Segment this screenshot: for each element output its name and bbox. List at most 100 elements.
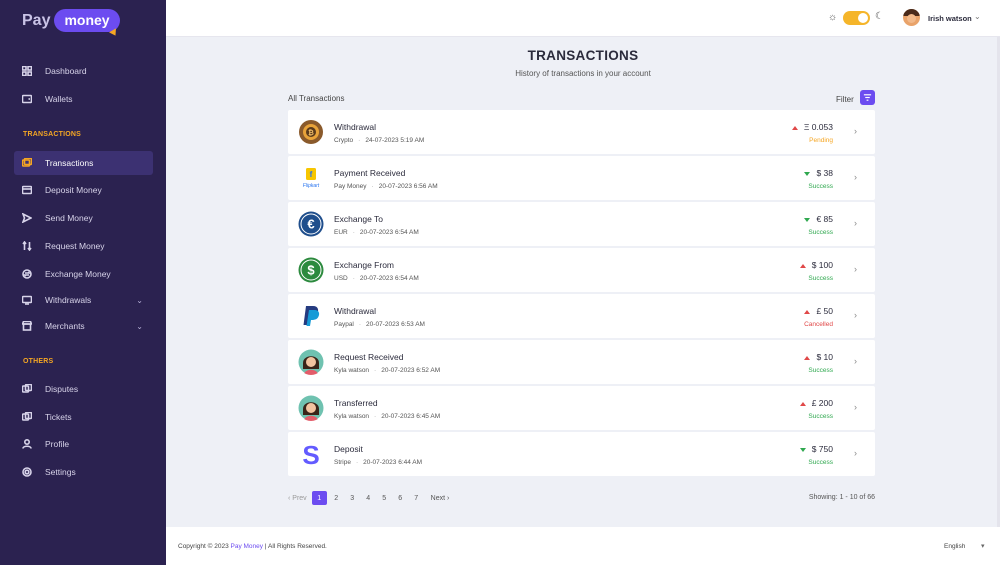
user-avatar-icon [298,349,324,375]
transaction-row[interactable]: € Exchange To EUR · 20-07-2023 6:54 AM € 8… [288,202,875,246]
transaction-row[interactable]: $ Exchange From USD · 20-07-2023 6:54 AM $… [288,248,875,292]
logo[interactable]: Pay money [22,9,120,32]
sidebar-item-transactions[interactable]: Transactions [14,151,153,175]
sidebar-item-label: Send Money [45,213,93,223]
svg-text:S: S [302,441,319,467]
crypto-gear-icon: ₿ [298,119,324,145]
flipkart-icon: f Flipkart [298,165,324,191]
chevron-down-icon: ⌄ [136,321,143,331]
showing-count: Showing: 1 - 10 of 66 [808,494,875,501]
transaction-title: Payment Received [334,168,406,178]
sidebar-item-label: Wallets [45,94,73,104]
transaction-amount: £ 200 [799,398,833,408]
footer: Copyright © 2023 Pay Money | All Rights … [166,527,1000,565]
chevron-right-icon: › [854,218,857,228]
user-avatar-icon [298,395,324,421]
language-select[interactable]: English [944,543,965,550]
caret-down-icon[interactable]: ▾ [981,542,985,550]
transaction-meta: EUR · 20-07-2023 6:54 AM [334,229,419,236]
chevron-down-icon[interactable]: ⌄ [974,12,981,21]
dashboard-icon [21,65,33,77]
transaction-row[interactable]: Transferred Kyla watson · 20-07-2023 6:45 … [288,386,875,430]
merchant-icon [21,320,33,332]
sidebar-item-disputes[interactable]: Disputes [14,377,153,401]
chevron-right-icon: › [854,448,857,458]
sidebar-item-tickets[interactable]: Tickets [14,405,153,429]
sidebar-item-wallets[interactable]: Wallets [14,87,153,111]
next-page-button[interactable]: Next › [431,491,450,505]
exchange-icon [21,268,33,280]
sidebar-item-label: Settings [45,467,76,477]
theme-toggle[interactable] [843,11,870,25]
transaction-amount: Ξ 0.053 [791,122,833,132]
transaction-row[interactable]: S Deposit Stripe · 20-07-2023 6:44 AM $ 75… [288,432,875,476]
chevron-right-icon: › [854,356,857,366]
sidebar-item-label: Dashboard [45,66,87,76]
sidebar-item-withdrawals[interactable]: Withdrawals ⌄ [14,288,153,312]
transaction-title: Withdrawal [334,306,377,316]
arrow-down-icon [804,217,811,222]
sidebar-item-label: Merchants [45,321,85,331]
copyright-brand-link[interactable]: Pay Money [231,543,264,550]
sidebar-item-settings[interactable]: Settings [14,460,153,484]
status-badge: Success [808,413,833,420]
page-button-1[interactable]: 1 [311,491,327,505]
toggle-knob [858,13,868,23]
arrow-up-icon [791,125,798,130]
sidebar-item-exchange-money[interactable]: Exchange Money [14,262,153,286]
copyright: Copyright © 2023 Pay Money | All Rights … [178,543,327,550]
sidebar-item-dashboard[interactable]: Dashboard [14,59,153,83]
sidebar: Pay money Dashboard Wallets TRANSACTIONS… [0,0,166,565]
dispute-icon [21,383,33,395]
prev-page-button[interactable]: ‹ Prev [288,491,307,505]
user-name[interactable]: Irish watson [928,14,972,23]
status-badge: Pending [809,137,833,144]
sidebar-item-label: Request Money [45,241,105,251]
deposit-icon [21,184,33,196]
settings-icon [21,466,33,478]
avatar[interactable] [903,9,920,26]
sidebar-item-request-money[interactable]: Request Money [14,234,153,258]
sidebar-item-send-money[interactable]: Send Money [14,206,153,230]
arrow-down-icon [799,447,806,452]
transaction-amount: $ 100 [799,260,833,270]
chevron-down-icon: ⌄ [136,295,143,305]
transaction-meta: Kyla watson · 20-07-2023 6:52 AM [334,367,441,374]
transactions-list: ₿ Withdrawal Crypto · 24-07-2023 5:19 AM Ξ… [288,110,875,478]
filter-icon [863,94,872,101]
page-button-2[interactable]: 2 [330,491,343,505]
transaction-amount: € 85 [804,214,833,224]
dollar-icon: $ [298,257,324,283]
filter-button[interactable] [860,90,875,105]
sidebar-item-label: Deposit Money [45,185,102,195]
top-header: ☼ ☾ Irish watson ⌄ [166,0,1000,37]
page-button-4[interactable]: 4 [362,491,375,505]
sidebar-item-profile[interactable]: Profile [14,432,153,456]
transaction-amount: $ 38 [804,168,833,178]
page-button-3[interactable]: 3 [346,491,359,505]
euro-icon: € [298,211,324,237]
page-button-6[interactable]: 6 [394,491,407,505]
page-button-7[interactable]: 7 [410,491,423,505]
chevron-right-icon: › [854,264,857,274]
transaction-row[interactable]: ₿ Withdrawal Crypto · 24-07-2023 5:19 AM Ξ… [288,110,875,154]
pagination: ‹ Prev 1 2 3 4 5 6 7 Next › [288,491,452,505]
transaction-row[interactable]: Request Received Kyla watson · 20-07-2023 … [288,340,875,384]
paypal-icon [298,303,324,329]
transaction-meta: Kyla watson · 20-07-2023 6:45 AM [334,413,441,420]
sidebar-item-label: Transactions [45,158,94,168]
sidebar-item-deposit-money[interactable]: Deposit Money [14,178,153,202]
transaction-meta: Crypto · 24-07-2023 5:19 AM [334,137,425,144]
transaction-title: Exchange From [334,260,394,270]
wallet-icon [21,93,33,105]
transaction-row[interactable]: f Flipkart Payment Received Pay Money · 20-… [288,156,875,200]
sidebar-item-merchants[interactable]: Merchants ⌄ [14,314,153,338]
chevron-right-icon: › [854,402,857,412]
list-label: All Transactions [288,94,345,103]
page-button-5[interactable]: 5 [378,491,391,505]
filter-label: Filter [836,95,854,104]
sidebar-item-label: Withdrawals [45,295,92,305]
status-badge: Success [808,367,833,374]
transaction-row[interactable]: Withdrawal Paypal · 20-07-2023 6:53 AM £ 5… [288,294,875,338]
status-badge: Success [808,459,833,466]
